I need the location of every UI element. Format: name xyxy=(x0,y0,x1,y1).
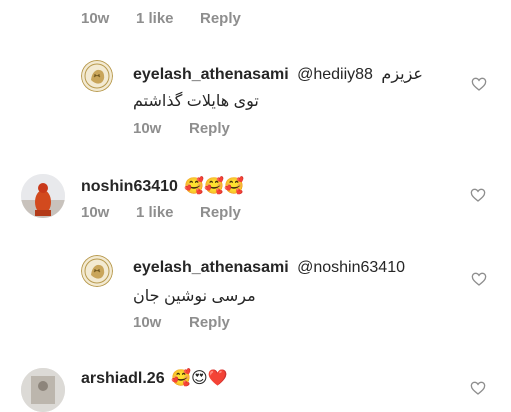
comment-username[interactable]: arshiadl.26 xyxy=(81,370,165,387)
comment-time: 10w xyxy=(133,120,162,137)
comment-time: 10w xyxy=(81,10,110,27)
comment-time: 10w xyxy=(133,314,162,331)
reply-button[interactable]: Reply xyxy=(189,314,230,331)
comment-time: 10w xyxy=(81,204,110,221)
likes-count[interactable]: 1 like xyxy=(136,10,174,27)
heart-icon[interactable] xyxy=(471,76,487,92)
avatar[interactable] xyxy=(81,255,113,287)
heart-icon[interactable] xyxy=(470,187,486,203)
comment-username[interactable]: noshin63410 xyxy=(81,178,178,195)
user-photo-icon xyxy=(21,174,65,218)
comment-text: 🥰😍❤️ xyxy=(171,370,228,387)
lion-logo-icon xyxy=(81,60,113,92)
comment-text-line2: توی هایلات گذاشتم xyxy=(133,93,259,110)
heart-icon[interactable] xyxy=(470,380,486,396)
comment-username[interactable]: eyelash_athenasami xyxy=(133,66,289,83)
avatar[interactable] xyxy=(21,174,65,218)
lion-logo-icon xyxy=(81,255,113,287)
avatar[interactable] xyxy=(21,368,65,412)
mention-link[interactable]: @hediiy88 xyxy=(297,66,373,83)
reply-button[interactable]: Reply xyxy=(189,120,230,137)
comment-username[interactable]: eyelash_athenasami xyxy=(133,259,289,276)
comment-text-line2: مرسی نوشین جان xyxy=(133,288,256,305)
likes-count[interactable]: 1 like xyxy=(136,204,174,221)
comment-text: عزیزم xyxy=(381,66,423,83)
avatar[interactable] xyxy=(81,60,113,92)
reply-button[interactable]: Reply xyxy=(200,10,241,27)
mention-link[interactable]: @noshin63410 xyxy=(297,259,405,276)
user-photo-icon xyxy=(21,368,65,412)
reply-button[interactable]: Reply xyxy=(200,204,241,221)
comment-text: 🥰🥰🥰 xyxy=(184,178,245,195)
heart-icon[interactable] xyxy=(471,271,487,287)
